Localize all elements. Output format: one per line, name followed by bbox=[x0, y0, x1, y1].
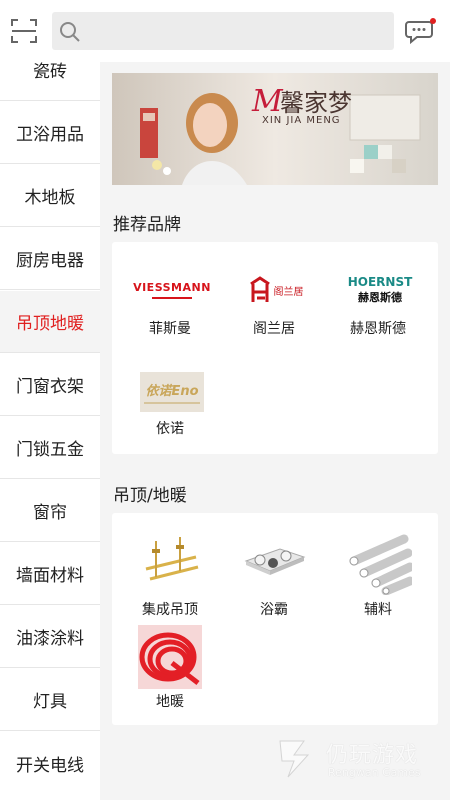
bath-heater-icon bbox=[244, 548, 306, 575]
sidebar-item-locks-hardware[interactable]: 门锁五金 bbox=[0, 417, 100, 479]
sidebar-item-wood-floor[interactable]: 木地板 bbox=[0, 165, 100, 227]
sidebar-item-curtains[interactable]: 窗帘 bbox=[0, 480, 100, 542]
search-bar[interactable] bbox=[52, 12, 394, 50]
brand-logo-hoernst: HOERNST 赫恩斯德 bbox=[347, 275, 413, 304]
brand-tile-hoernst[interactable]: HOERNST 赫恩斯德 赫恩斯德 bbox=[328, 250, 428, 350]
brand-logo-gelanju: 阁兰居 bbox=[244, 270, 308, 310]
watermark-logo-icon bbox=[279, 740, 310, 778]
sidebar-item-bathroom[interactable]: 卫浴用品 bbox=[0, 102, 100, 164]
sidebar-item-kitchen-appliances[interactable]: 厨房电器 bbox=[0, 228, 100, 290]
sidebar-item-switches-wires[interactable]: 开关电线 bbox=[0, 732, 100, 794]
sidebar-item-tile[interactable]: 瓷砖 bbox=[0, 62, 100, 101]
banner-brand-pinyin: XIN JIA MENG bbox=[262, 115, 341, 126]
brands-section-title: 推荐品牌 bbox=[113, 215, 181, 235]
brand-tile-gelanju[interactable]: 阁兰居 阁兰居 bbox=[224, 250, 324, 350]
heating-pipe-icon bbox=[138, 625, 202, 689]
promo-banner[interactable]: M 馨家梦 XIN JIA MENG bbox=[112, 73, 438, 185]
scan-icon[interactable] bbox=[10, 17, 38, 45]
brand-tile-viessmann[interactable]: VIESSMANN 菲斯曼 bbox=[120, 250, 220, 350]
product-tile-floor-heating[interactable]: 地暖 bbox=[120, 623, 220, 723]
banner-image: M bbox=[112, 73, 438, 185]
search-icon bbox=[60, 22, 80, 42]
pipes-icon bbox=[349, 534, 412, 595]
notification-dot bbox=[430, 18, 436, 24]
products-card: 集成吊顶 浴霸 辅料 地暖 bbox=[112, 513, 438, 725]
search-input[interactable] bbox=[90, 18, 389, 46]
product-tile-bath-heater[interactable]: 浴霸 bbox=[224, 521, 324, 621]
gelanju-mark-icon bbox=[249, 276, 270, 302]
sidebar-item-doors-windows[interactable]: 门窗衣架 bbox=[0, 354, 100, 416]
product-tile-integrated-ceiling[interactable]: 集成吊顶 bbox=[120, 521, 220, 621]
sidebar-item-wall-materials[interactable]: 墙面材料 bbox=[0, 543, 100, 605]
brand-logo-viessmann: VIESSMANN bbox=[133, 270, 210, 310]
top-bar bbox=[0, 0, 450, 62]
message-icon[interactable] bbox=[405, 17, 437, 45]
product-tile-accessories[interactable]: 辅料 bbox=[328, 521, 428, 621]
sidebar-item-ceiling-heating[interactable]: 吊顶地暖 bbox=[0, 291, 100, 353]
ceiling-frame-icon bbox=[145, 537, 199, 581]
brand-logo-eno: 依诺Eno bbox=[140, 372, 204, 412]
sidebar-item-paint[interactable]: 油漆涂料 bbox=[0, 606, 100, 668]
category-section-title: 吊顶/地暖 bbox=[113, 486, 187, 506]
banner-brand: 馨家梦 bbox=[280, 89, 352, 117]
watermark: 仍玩游戏 Rengwan Games bbox=[272, 735, 442, 785]
sidebar-item-lighting[interactable]: 灯具 bbox=[0, 669, 100, 731]
brands-card: VIESSMANN 菲斯曼 阁兰居 阁兰居 HOERNST 赫恩斯德 赫恩斯德 … bbox=[112, 242, 438, 454]
category-sidebar: 瓷砖 卫浴用品 木地板 厨房电器 吊顶地暖 门窗衣架 门锁五金 窗帘 墙面材料 … bbox=[0, 62, 100, 800]
brand-tile-eno[interactable]: 依诺Eno 依诺 bbox=[120, 352, 220, 452]
